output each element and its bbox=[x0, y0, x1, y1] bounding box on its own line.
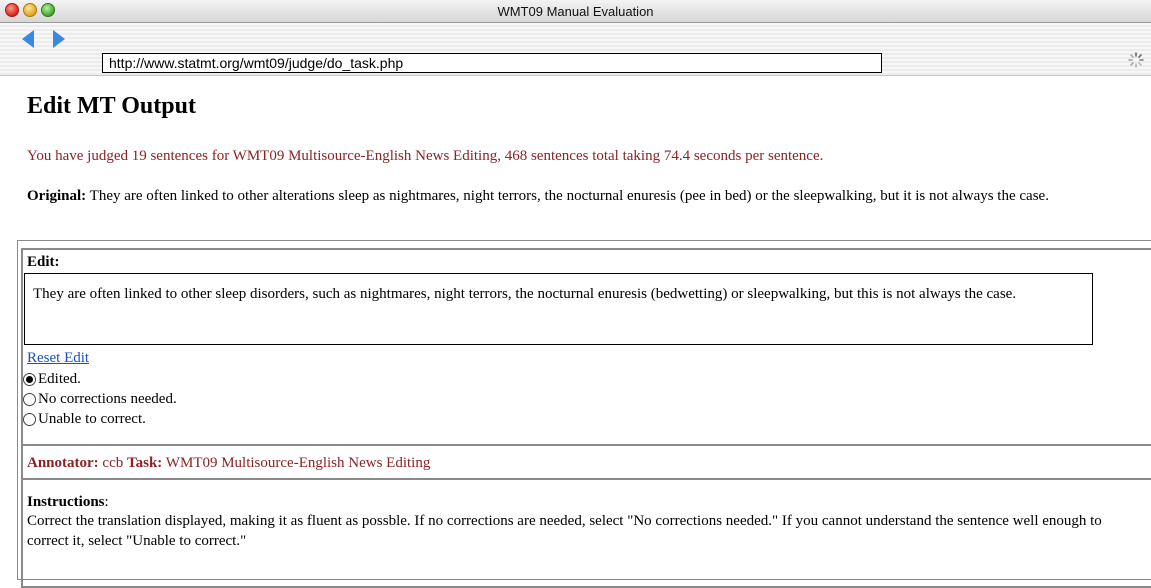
reset-edit-link[interactable]: Reset Edit bbox=[27, 348, 89, 368]
option-unable[interactable]: Unable to correct. bbox=[23, 410, 146, 428]
annotator-label: Annotator: bbox=[27, 455, 99, 471]
edited-radio-label: Edited. bbox=[38, 371, 81, 387]
annotator-value: ccb bbox=[102, 455, 124, 471]
unable-radio[interactable] bbox=[23, 412, 36, 426]
option-no-corrections[interactable]: No corrections needed. bbox=[23, 390, 177, 408]
address-bar[interactable]: http://www.statmt.org/wmt09/judge/do_tas… bbox=[102, 53, 882, 73]
divider bbox=[23, 444, 1151, 446]
instructions-heading: Instructions: bbox=[27, 494, 109, 510]
task-value: WMT09 Multisource-English News Editing bbox=[165, 455, 431, 471]
window-titlebar: WMT09 Manual Evaluation bbox=[0, 0, 1151, 23]
back-arrow-icon[interactable] bbox=[22, 30, 34, 48]
loading-spinner-icon bbox=[1128, 52, 1144, 68]
instructions-text: Correct the translation displayed, makin… bbox=[27, 513, 1102, 549]
unable-radio-label: Unable to correct. bbox=[38, 411, 146, 427]
no-corrections-radio-label: No corrections needed. bbox=[38, 391, 177, 407]
annotation-info: Annotator: ccb Task: WMT09 Multisource-E… bbox=[27, 453, 430, 473]
forward-arrow-icon[interactable] bbox=[53, 30, 65, 48]
page-title: Edit MT Output bbox=[27, 93, 196, 119]
original-sentence: Original: They are often linked to other… bbox=[27, 186, 1151, 206]
instructions-label: Instructions bbox=[27, 494, 105, 510]
divider bbox=[23, 478, 1151, 480]
window-title: WMT09 Manual Evaluation bbox=[497, 4, 654, 19]
task-label: Task: bbox=[127, 455, 163, 471]
edit-textarea[interactable]: They are often linked to other sleep dis… bbox=[24, 273, 1093, 345]
edited-radio[interactable] bbox=[23, 372, 36, 386]
status-message: You have judged 19 sentences for WMT09 M… bbox=[27, 148, 824, 164]
original-label: Original: bbox=[27, 188, 87, 204]
original-text: They are often linked to other alteratio… bbox=[89, 188, 1049, 204]
edit-label: Edit: bbox=[27, 254, 60, 270]
no-corrections-radio[interactable] bbox=[23, 392, 36, 406]
option-edited[interactable]: Edited. bbox=[23, 370, 81, 388]
